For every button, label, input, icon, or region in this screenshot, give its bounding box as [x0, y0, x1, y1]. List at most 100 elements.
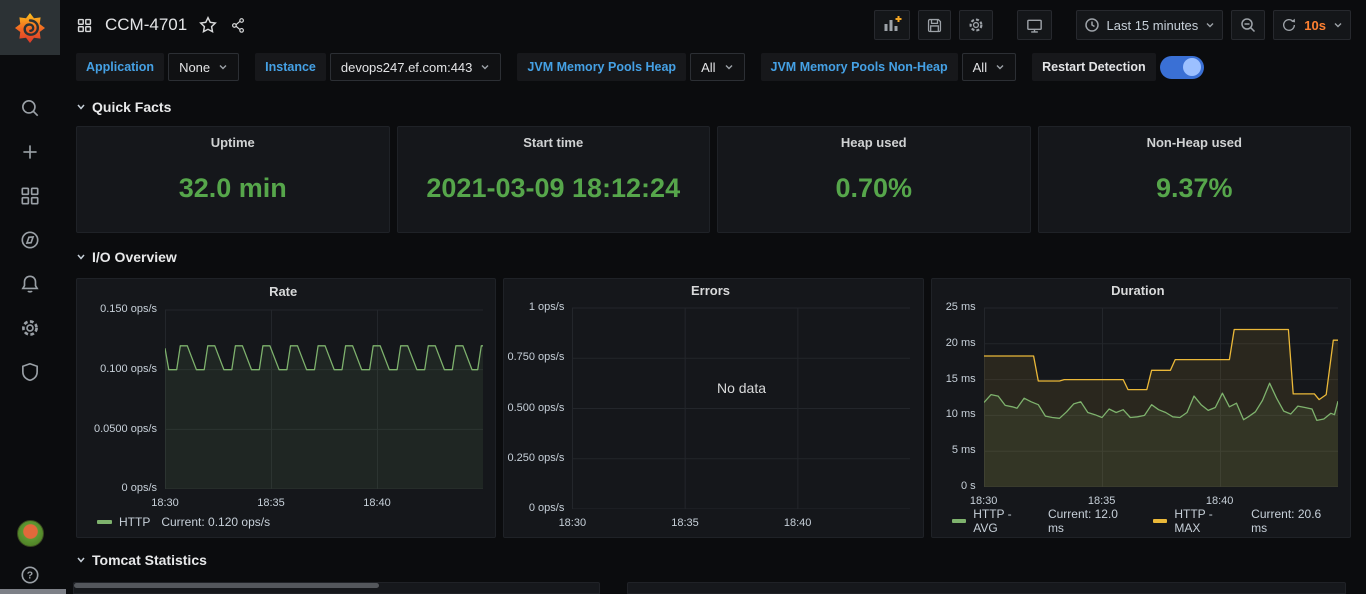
- template-variables-row: Application None Instance devops247.ef.c…: [76, 52, 1351, 82]
- sidebar: ?: [0, 0, 60, 594]
- user-avatar[interactable]: [17, 520, 44, 547]
- graph-panel-rate: Rate 0 ops/s0.0500 ops/s0.100 ops/s0.150…: [76, 278, 496, 538]
- top-navbar: CCM-4701 Last 15 minutes: [76, 0, 1351, 50]
- chart-plot[interactable]: [165, 304, 483, 494]
- graph-panel-errors: Errors 0 ops/s0.250 ops/s0.500 ops/s0.75…: [503, 278, 923, 538]
- series-color-swatch: [97, 520, 112, 524]
- panel-title[interactable]: Errors: [510, 279, 910, 302]
- dashboard-title[interactable]: CCM-4701: [105, 15, 187, 35]
- caret-down-icon: [995, 63, 1005, 71]
- y-tick-label: 0 ops/s: [122, 482, 157, 494]
- section-title: Tomcat Statistics: [92, 552, 207, 568]
- help-question-icon[interactable]: ?: [19, 564, 41, 586]
- caret-down-icon: [1333, 21, 1343, 29]
- series-current-value: Current: 0.120 ops/s: [161, 515, 270, 529]
- panel-title[interactable]: Start time: [398, 127, 710, 157]
- variable-value-application[interactable]: None: [168, 53, 239, 81]
- section-title: I/O Overview: [92, 249, 177, 265]
- chart-area: 0 s5 ms10 ms15 ms20 ms25 ms 18:3018:3518…: [938, 302, 1338, 510]
- variable-value-jvm-heap[interactable]: All: [690, 53, 744, 81]
- chart-legend: HTTP Current: 0.120 ops/s: [83, 512, 483, 532]
- scrollbar-thumb[interactable]: [74, 583, 379, 588]
- caret-down-icon: [480, 63, 490, 71]
- svg-text:?: ?: [27, 571, 33, 582]
- alerting-bell-icon[interactable]: [19, 273, 41, 295]
- y-axis-labels: 0 s5 ms10 ms15 ms20 ms25 ms: [938, 302, 984, 492]
- x-axis-labels: 18:3018:3518:40: [572, 514, 910, 532]
- refresh-picker[interactable]: 10s: [1273, 10, 1351, 40]
- no-data-message: No data: [572, 380, 910, 396]
- section-io-overview[interactable]: I/O Overview: [76, 248, 1351, 266]
- x-tick-label: 18:40: [784, 517, 812, 529]
- x-tick-label: 18:40: [1206, 495, 1234, 507]
- configuration-gear-icon[interactable]: [19, 317, 41, 339]
- y-tick-label: 0.100 ops/s: [100, 363, 157, 375]
- variable-value-instance[interactable]: devops247.ef.com:443: [330, 53, 502, 81]
- y-tick-label: 5 ms: [952, 444, 976, 456]
- refresh-interval-label: 10s: [1304, 18, 1326, 33]
- clock-icon: [1084, 17, 1100, 33]
- panel-title[interactable]: Rate: [83, 279, 483, 304]
- save-dashboard-button[interactable]: [918, 10, 951, 40]
- create-plus-icon[interactable]: [19, 141, 41, 163]
- server-admin-shield-icon[interactable]: [19, 361, 41, 383]
- stat-value: 32.0 min: [77, 157, 389, 232]
- y-tick-label: 0 s: [961, 480, 976, 492]
- variable-selected-value: All: [701, 60, 715, 75]
- variable-selected-value: devops247.ef.com:443: [341, 60, 473, 75]
- partial-panel: [73, 582, 600, 594]
- add-panel-button[interactable]: [874, 10, 910, 40]
- grafana-logo[interactable]: [0, 0, 60, 55]
- series-color-swatch: [1153, 519, 1168, 523]
- horizontal-scrollbar-thumb[interactable]: [0, 589, 66, 594]
- panel-title[interactable]: Uptime: [77, 127, 389, 157]
- settings-gear-icon: [967, 16, 985, 34]
- add-panel-icon: [882, 15, 902, 35]
- io-overview-row: Rate 0 ops/s0.0500 ops/s0.100 ops/s0.150…: [76, 278, 1351, 538]
- restart-detection-label: Restart Detection: [1032, 53, 1156, 81]
- y-tick-label: 20 ms: [946, 337, 976, 349]
- panel-title[interactable]: Heap used: [718, 127, 1030, 157]
- legend-item[interactable]: HTTP Current: 0.120 ops/s: [97, 515, 270, 529]
- chart-plot[interactable]: No data: [572, 302, 910, 514]
- series-current-value: Current: 20.6 ms: [1251, 507, 1338, 535]
- partial-panel: [627, 582, 1346, 594]
- legend-item[interactable]: HTTP - AVGCurrent: 12.0 ms: [952, 507, 1135, 535]
- x-tick-label: 18:40: [363, 497, 391, 509]
- grafana-logo-icon: [12, 10, 48, 46]
- tv-kiosk-icon: [1025, 16, 1044, 35]
- explore-compass-icon[interactable]: [19, 229, 41, 251]
- graph-panel-duration: Duration 0 s5 ms10 ms15 ms20 ms25 ms 18:…: [931, 278, 1351, 538]
- restart-detection-toggle[interactable]: [1160, 56, 1204, 79]
- y-tick-label: 0.150 ops/s: [100, 303, 157, 315]
- stat-panel-uptime: Uptime 32.0 min: [76, 126, 390, 233]
- variable-label-jvm-heap[interactable]: JVM Memory Pools Heap: [517, 53, 686, 81]
- series-name: HTTP - AVG: [973, 507, 1037, 535]
- y-tick-label: 25 ms: [946, 301, 976, 313]
- star-favorite-icon[interactable]: [199, 16, 217, 34]
- panel-title[interactable]: Duration: [938, 279, 1338, 302]
- section-tomcat-statistics[interactable]: Tomcat Statistics: [76, 551, 1351, 569]
- section-quick-facts[interactable]: Quick Facts: [76, 98, 1351, 116]
- variable-label-application[interactable]: Application: [76, 53, 164, 81]
- dashboards-grid-icon[interactable]: [19, 185, 41, 207]
- series-name: HTTP - MAX: [1174, 507, 1240, 535]
- x-tick-label: 18:30: [970, 495, 998, 507]
- legend-item[interactable]: HTTP - MAX Current: 20.6 ms: [1153, 507, 1338, 535]
- search-icon[interactable]: [19, 97, 41, 119]
- panel-title[interactable]: Non-Heap used: [1039, 127, 1351, 157]
- variable-label-instance[interactable]: Instance: [255, 53, 326, 81]
- partial-panels-row: [76, 582, 1351, 594]
- x-axis-labels: 18:3018:3518:40: [165, 494, 483, 512]
- share-icon[interactable]: [229, 16, 247, 34]
- stat-value: 9.37%: [1039, 157, 1351, 232]
- zoom-out-time-button[interactable]: [1231, 10, 1265, 40]
- dashboard-settings-button[interactable]: [959, 10, 993, 40]
- variable-value-jvm-nonheap[interactable]: All: [962, 53, 1016, 81]
- series-name: HTTP: [119, 515, 150, 529]
- x-tick-label: 18:30: [151, 497, 179, 509]
- cycle-view-mode-button[interactable]: [1017, 10, 1052, 40]
- variable-label-jvm-nonheap[interactable]: JVM Memory Pools Non-Heap: [761, 53, 958, 81]
- chart-plot[interactable]: [984, 302, 1338, 492]
- time-range-picker[interactable]: Last 15 minutes: [1076, 10, 1224, 40]
